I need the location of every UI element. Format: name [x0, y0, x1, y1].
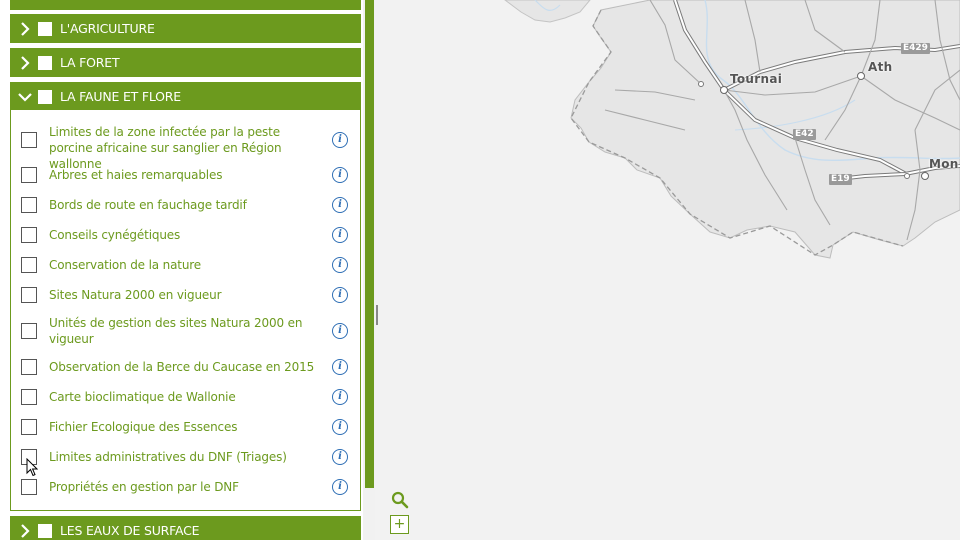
layer-label[interactable]: Conseils cynégétiques [49, 227, 319, 243]
panel-scrollbar-thumb[interactable] [365, 0, 374, 488]
map-label-mons: Mon [929, 157, 959, 171]
category-header-foret[interactable]: LA FORET [10, 48, 361, 77]
layer-label[interactable]: Conservation de la nature [49, 257, 319, 273]
category-label: L'AGRICULTURE [60, 21, 155, 36]
map-label-ath: Ath [868, 60, 893, 74]
layer-label[interactable]: Observation de la Berce du Caucase en 20… [49, 359, 319, 375]
layer-item: Arbres et haies remarquables i [11, 167, 360, 183]
map-basemap [504, 0, 960, 259]
info-icon[interactable]: i [332, 359, 348, 375]
layer-item: Observation de la Berce du Caucase en 20… [11, 359, 360, 375]
map-view[interactable] [375, 0, 960, 540]
info-icon[interactable]: i [332, 167, 348, 183]
category-header-agriculture[interactable]: L'AGRICULTURE [10, 14, 361, 43]
search-icon[interactable] [390, 490, 410, 510]
layer-item: Limites de la zone infectée par la peste… [11, 124, 360, 171]
layer-checkbox[interactable] [21, 449, 37, 465]
layer-checkbox[interactable] [21, 359, 37, 375]
layer-checkbox[interactable] [21, 287, 37, 303]
layer-checkbox[interactable] [21, 167, 37, 183]
chevron-right-icon[interactable] [18, 14, 32, 43]
layer-checkbox[interactable] [21, 419, 37, 435]
layer-item: Sites Natura 2000 en vigueur i [11, 287, 360, 303]
category-checkbox[interactable] [38, 22, 52, 36]
layer-item: Limites administratives du DNF (Triages)… [11, 449, 360, 465]
layer-label[interactable]: Limites de la zone infectée par la peste… [49, 124, 319, 172]
layer-label[interactable]: Bords de route en fauchage tardif [49, 197, 319, 213]
chevron-right-icon[interactable] [18, 48, 32, 77]
layer-list: Limites de la zone infectée par la peste… [10, 110, 361, 511]
category-header-faune-flore[interactable]: LA FAUNE ET FLORE [10, 82, 361, 111]
map-road-label: E19 [829, 174, 852, 185]
layer-checkbox[interactable] [21, 227, 37, 243]
layer-item: Carte bioclimatique de Wallonie i [11, 389, 360, 405]
layer-label[interactable]: Sites Natura 2000 en vigueur [49, 287, 319, 303]
layer-checkbox[interactable] [21, 389, 37, 405]
layer-checkbox[interactable] [21, 132, 37, 148]
layer-item: Conseils cynégétiques i [11, 227, 360, 243]
category-checkbox[interactable] [38, 56, 52, 70]
layer-checkbox[interactable] [21, 257, 37, 273]
panel-resize-handle[interactable] [376, 305, 378, 325]
layer-item: Conservation de la nature i [11, 257, 360, 273]
layer-item: Unités de gestion des sites Natura 2000 … [11, 315, 360, 347]
info-icon[interactable]: i [332, 132, 348, 148]
layer-checkbox[interactable] [21, 323, 37, 339]
category-header-industrielles[interactable]: INDUSTRIELLES [10, 0, 361, 10]
map-road-label: E42 [793, 129, 816, 140]
layer-item: Fichier Ecologique des Essences i [11, 419, 360, 435]
info-icon[interactable]: i [332, 287, 348, 303]
info-icon[interactable]: i [332, 479, 348, 495]
info-icon[interactable]: i [332, 323, 348, 339]
category-label: INDUSTRIELLES [60, 0, 155, 10]
layer-item: Propriétés en gestion par le DNF i [11, 479, 360, 495]
info-icon[interactable]: i [332, 419, 348, 435]
category-header-eaux-surface[interactable]: LES EAUX DE SURFACE [10, 516, 361, 540]
layer-label[interactable]: Propriétés en gestion par le DNF [49, 479, 319, 495]
layer-checkbox[interactable] [21, 197, 37, 213]
layer-label[interactable]: Carte bioclimatique de Wallonie [49, 389, 319, 405]
chevron-down-icon[interactable] [18, 82, 32, 111]
map-label-tournai: Tournai [730, 72, 783, 86]
category-label: LES EAUX DE SURFACE [60, 523, 200, 538]
map-road-label: E429 [901, 43, 930, 54]
info-icon[interactable]: i [332, 197, 348, 213]
layer-label[interactable]: Fichier Ecologique des Essences [49, 419, 319, 435]
layer-checkbox[interactable] [21, 479, 37, 495]
info-icon[interactable]: i [332, 449, 348, 465]
category-label: LA FAUNE ET FLORE [60, 89, 181, 104]
zoom-in-button[interactable]: + [390, 515, 409, 534]
info-icon[interactable]: i [332, 257, 348, 273]
layer-panel: INDUSTRIELLES L'AGRICULTURE LA FORET LA … [0, 0, 375, 540]
info-icon[interactable]: i [332, 389, 348, 405]
category-checkbox[interactable] [38, 90, 52, 104]
category-checkbox[interactable] [38, 524, 52, 538]
category-label: LA FORET [60, 55, 120, 70]
layer-item: Bords de route en fauchage tardif i [11, 197, 360, 213]
info-icon[interactable]: i [332, 227, 348, 243]
layer-label[interactable]: Unités de gestion des sites Natura 2000 … [49, 315, 319, 347]
chevron-right-icon[interactable] [18, 516, 32, 540]
layer-label[interactable]: Limites administratives du DNF (Triages) [49, 449, 319, 465]
layer-label[interactable]: Arbres et haies remarquables [49, 167, 319, 183]
